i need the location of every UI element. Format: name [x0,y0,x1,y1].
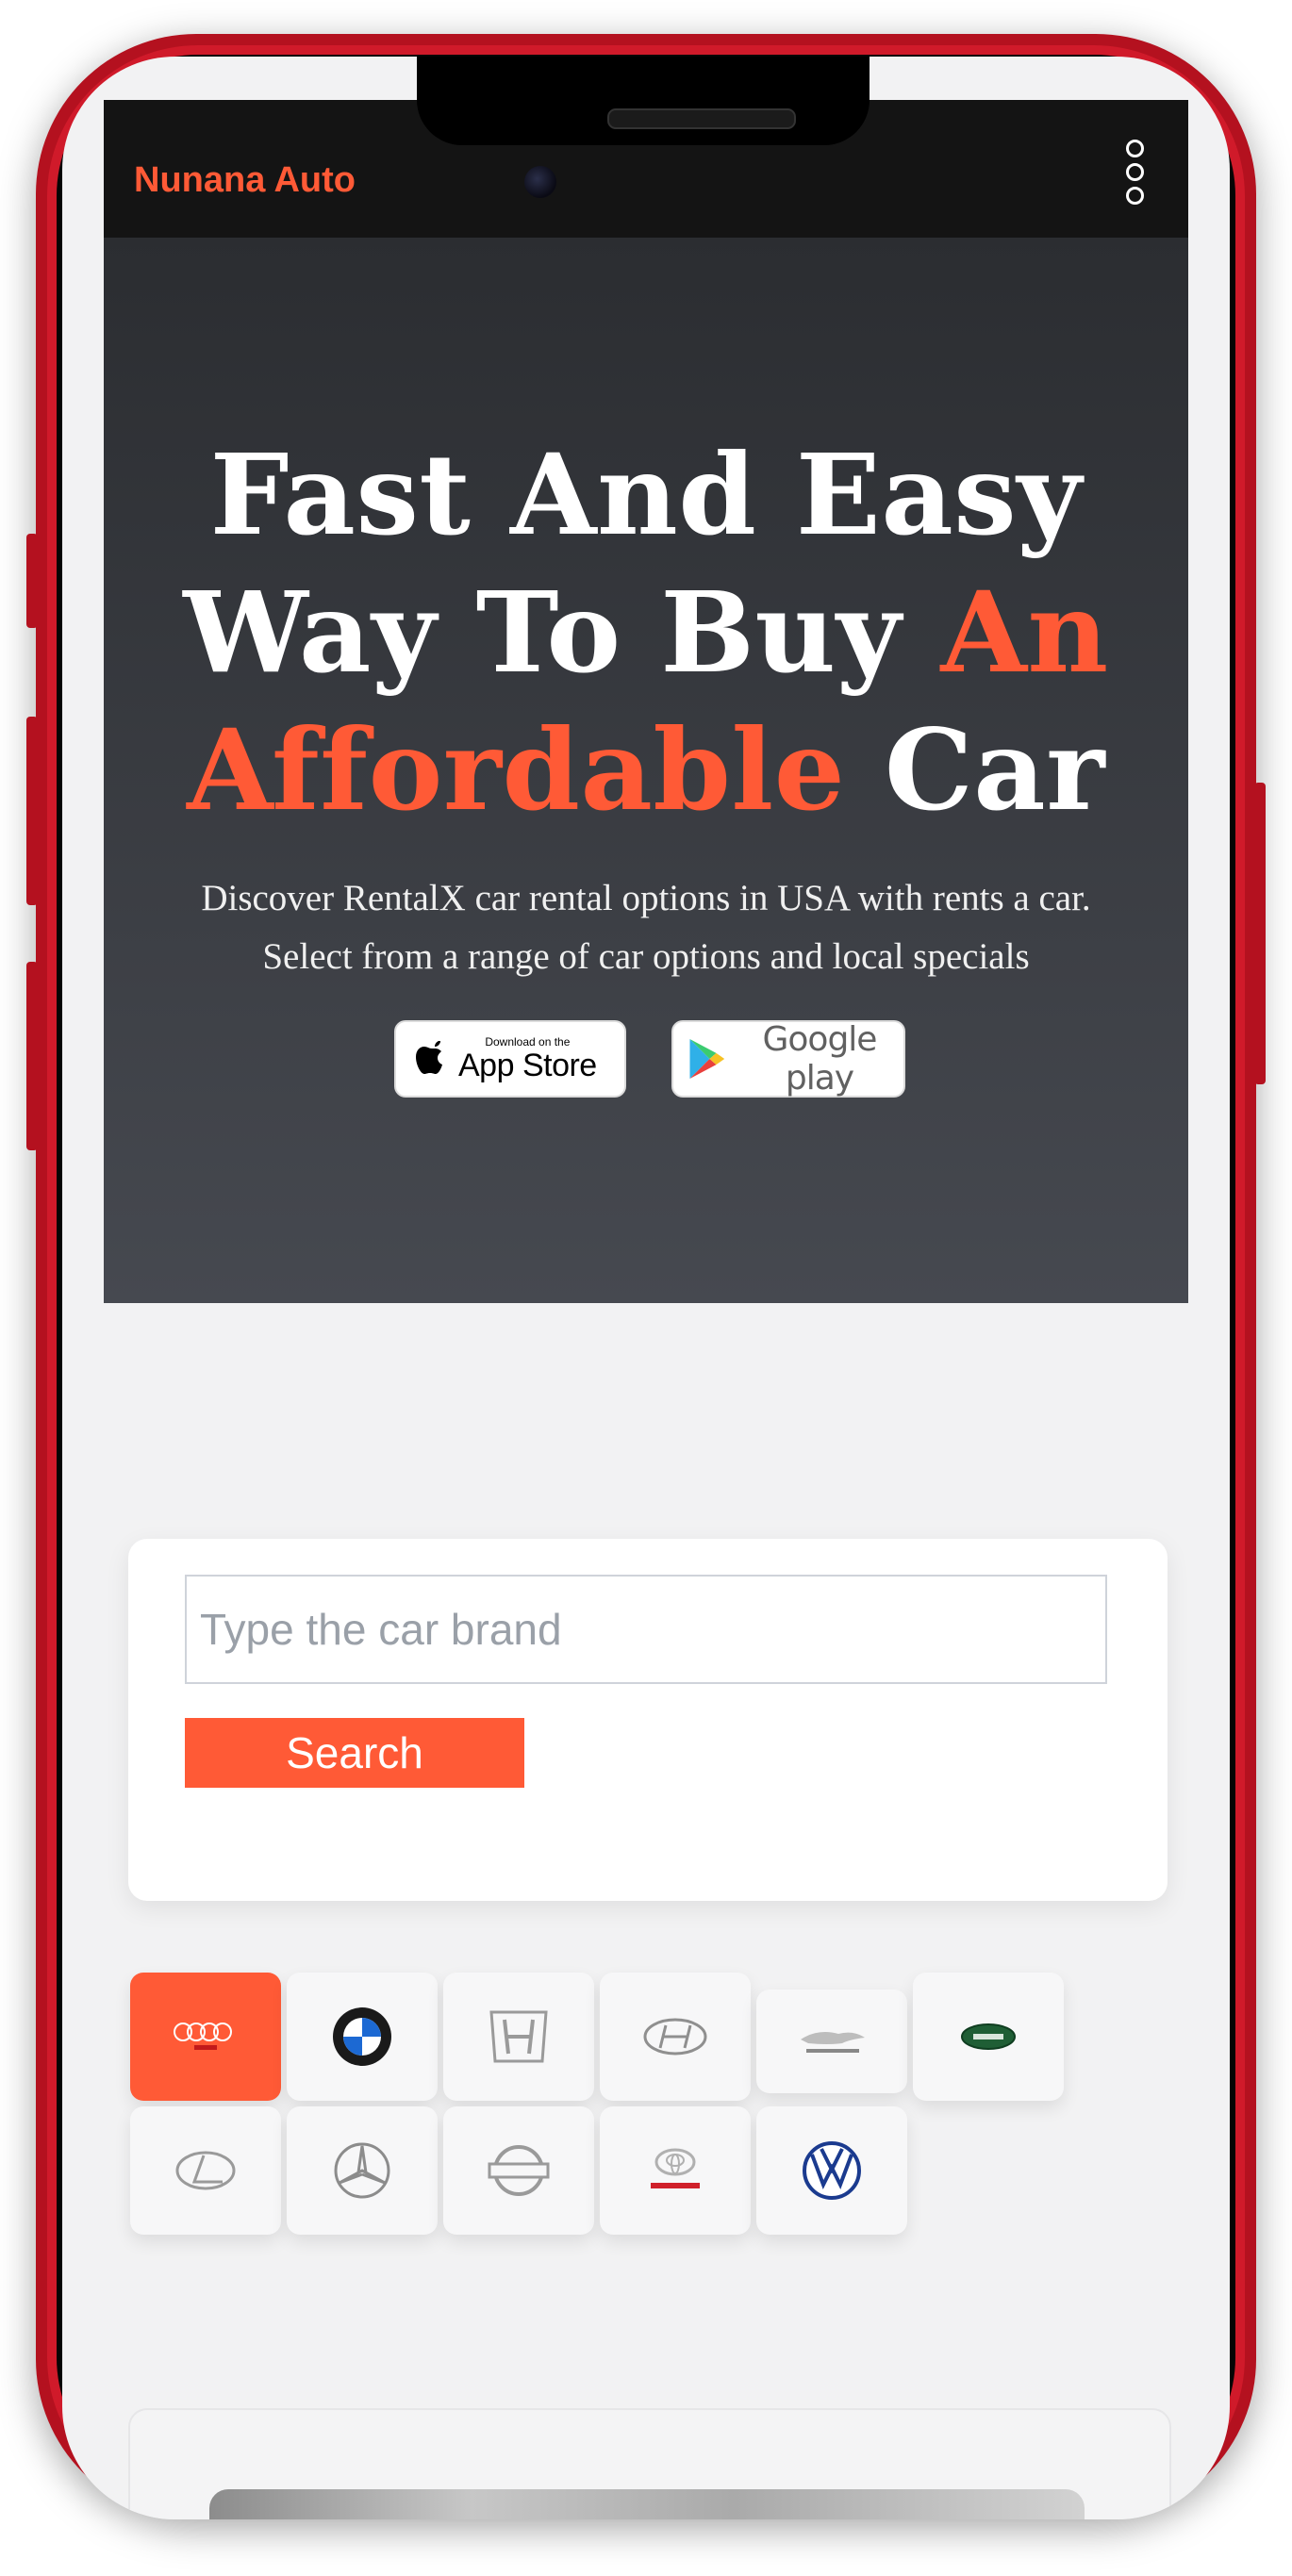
hero-subtitle-line1: Discover RentalX car rental options in U… [201,878,1091,918]
front-camera [524,166,556,198]
app-store-label: App Store [458,1048,597,1083]
land-rover-logo-icon [961,2023,1016,2050]
hero-title-line2: Way To Buy [183,567,941,698]
audi-logo-icon [174,2023,232,2050]
mute-switch [26,534,38,628]
google-play-icon [689,1039,725,1079]
search-card: Search [128,1539,1168,1901]
brand-tile-audi[interactable] [130,1973,281,2101]
car-listing-image[interactable] [209,2489,1085,2519]
volume-up-button [26,717,38,905]
brand-tile-land-rover[interactable] [913,1973,1064,2101]
hero-subtitle-line2: Select from a range of car options and l… [262,936,1030,977]
hyundai-logo-icon [643,2018,707,2056]
brand-tile-nissan[interactable] [443,2106,594,2235]
app-store-button[interactable]: Download on the App Store [394,1020,626,1098]
google-play-label: Google play [762,1020,878,1098]
power-button [1254,783,1266,1084]
more-menu-icon[interactable] [1126,140,1145,206]
brand-tile-toyota[interactable] [600,2106,751,2235]
hero-title: Fast And Easy Way To Buy An Affordable C… [104,426,1188,839]
app-store-small-label: Download on the [485,1035,571,1049]
phone-screen: Nunana Auto Fast And Easy Way To Buy An … [62,57,1230,2519]
hero-section: Fast And Easy Way To Buy An Affordable C… [104,238,1188,1303]
lexus-logo-icon [175,2151,236,2190]
honda-logo-icon [489,2010,548,2063]
mercedes-logo-icon [334,2142,390,2199]
brand-tile-jaguar[interactable] [756,1990,907,2093]
brand-logo-text[interactable]: Nunana Auto [134,160,356,201]
google-play-button[interactable]: Google play [671,1020,905,1098]
hero-subtitle: Discover RentalX car rental options in U… [141,869,1151,986]
brand-tile-volkswagen[interactable] [756,2106,907,2235]
jaguar-logo-icon [801,2032,865,2053]
brand-tile-honda[interactable] [443,1973,594,2101]
hero-title-accent-2: Affordable [187,704,846,835]
volkswagen-logo-icon [803,2141,861,2200]
car-brand-search-input[interactable] [185,1575,1107,1684]
volume-down-button [26,962,38,1150]
hero-title-line1: Fast And Easy [209,429,1083,560]
hero-title-accent-1: An [940,567,1109,698]
search-button[interactable]: Search [185,1718,524,1788]
apple-icon [416,1041,442,1074]
earpiece-speaker [607,108,796,129]
brand-tile-bmw[interactable] [287,1973,438,2101]
hero-title-line3: Car [845,704,1105,835]
brand-tile-hyundai[interactable] [600,1973,751,2101]
nissan-logo-icon [488,2145,550,2196]
toyota-logo-icon [651,2148,700,2188]
store-badges: Download on the App Store Google play [104,1020,1188,1098]
bmw-logo-icon [333,2007,391,2066]
notch [417,57,870,145]
brand-tile-mercedes[interactable] [287,2106,438,2235]
brand-tile-lexus[interactable] [130,2106,281,2235]
